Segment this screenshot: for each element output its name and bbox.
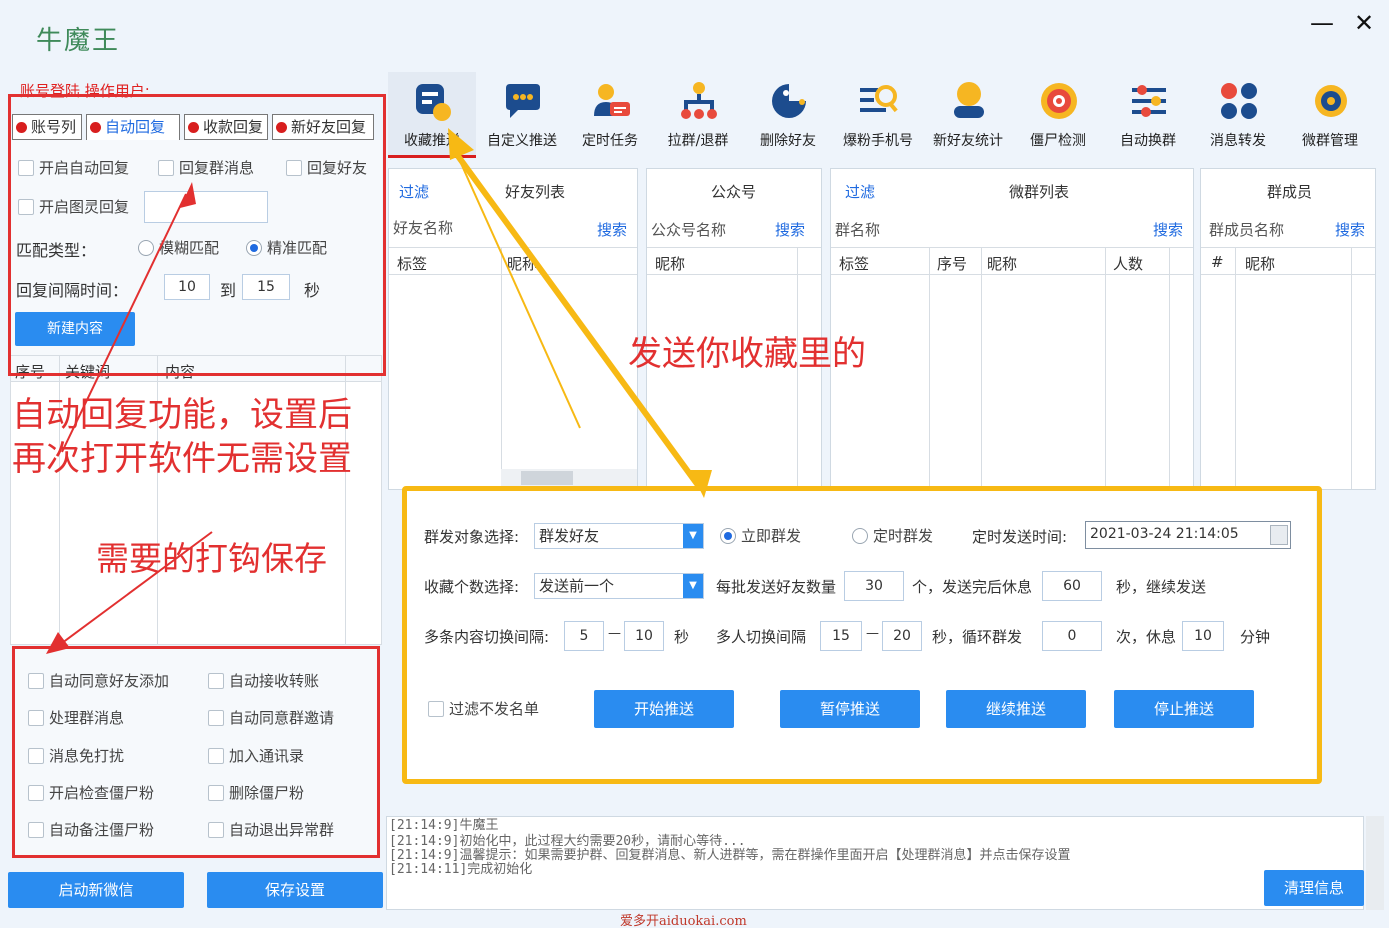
- auto-reply-note-1: 自动回复功能，设置后: [12, 395, 352, 435]
- start-new-wechat-button[interactable]: 启动新微信: [8, 872, 184, 908]
- col-nickname: 昵称: [655, 255, 686, 273]
- friend-table-header: 标签 昵称: [389, 247, 637, 275]
- group-members-panel: 群成员 群成员名称 搜索 # 昵称: [1200, 168, 1376, 490]
- custom-push-icon: [506, 84, 540, 118]
- toolbar-phone-fans[interactable]: 爆粉手机号: [834, 72, 922, 158]
- log-panel: [21:14:9]牛魔王 [21:14:9]初始化中，此过程大约需要20秒，请耐…: [386, 816, 1364, 910]
- col-tag: 标签: [839, 255, 870, 273]
- group-name-label: 群名称: [835, 221, 881, 239]
- app-title: 牛魔王: [36, 26, 121, 56]
- minimize-button[interactable]: —: [1304, 8, 1340, 38]
- group-filter-link[interactable]: 过滤: [845, 181, 875, 202]
- toolbar-scheduled-task[interactable]: 定时任务: [566, 72, 654, 158]
- group-manage-icon: [1315, 85, 1347, 117]
- group-members-title: 群成员: [1267, 183, 1313, 201]
- favorites-note: 发送你收藏里的: [628, 334, 866, 374]
- remark-zombie-fans-checkbox[interactable]: 自动备注僵尸粉: [28, 821, 198, 841]
- auto-reply-highlight-box: [8, 94, 386, 376]
- scheduled-task-icon: [594, 84, 630, 116]
- auto-accept-friend-checkbox[interactable]: 自动同意好友添加: [28, 672, 198, 692]
- auto-accept-group-invite-checkbox[interactable]: 自动同意群邀请: [208, 709, 358, 729]
- toolbar-message-forward[interactable]: 消息转发: [1194, 72, 1282, 158]
- group-table-header: 标签 序号 昵称 人数: [831, 247, 1193, 275]
- delete-friend-icon: [772, 84, 806, 118]
- toolbar-custom-push[interactable]: 自定义推送: [478, 72, 566, 158]
- group-search-link[interactable]: 搜索: [1153, 219, 1183, 240]
- col-nickname: 昵称: [1245, 255, 1276, 273]
- friend-search-link[interactable]: 搜索: [597, 219, 627, 240]
- col-nickname: 昵称: [987, 255, 1018, 273]
- toolbar: 收藏推送 自定义推送 定时任务 拉群/退群 删除好友 爆粉手机号 新好友统计 僵…: [388, 72, 1380, 160]
- scrollbar-thumb[interactable]: [521, 471, 573, 485]
- group-list-title: 微群列表: [1009, 183, 1070, 201]
- member-name-label: 群成员名称: [1209, 221, 1285, 239]
- friend-list-panel: 过滤 好友列表 好友名称 搜索 标签 昵称: [388, 168, 638, 490]
- delete-zombie-fans-checkbox[interactable]: 删除僵尸粉: [208, 784, 358, 804]
- log-line: [21:14:9]初始化中，此过程大约需要20秒，请耐心等待...: [389, 834, 746, 849]
- clear-log-button[interactable]: 清理信息: [1264, 870, 1364, 906]
- check-zombie-fans-checkbox[interactable]: 开启检查僵尸粉: [28, 784, 198, 804]
- phone-search-icon: [860, 85, 898, 113]
- log-line: [21:14:11]完成初始化: [389, 862, 533, 877]
- group-tree-icon: [681, 82, 717, 119]
- toolbar-group-join-exit[interactable]: 拉群/退群: [654, 72, 742, 158]
- check-save-note: 需要的打钩保存: [96, 539, 327, 578]
- close-button[interactable]: ✕: [1346, 8, 1382, 38]
- friend-name-label: 好友名称: [393, 219, 454, 237]
- push-settings-highlight-box: [402, 486, 1322, 784]
- toolbar-favorites-push[interactable]: 收藏推送: [388, 72, 476, 158]
- toolbar-auto-switch-group[interactable]: 自动换群: [1104, 72, 1192, 158]
- col-hash: #: [1211, 253, 1224, 271]
- zombie-detect-icon: [1041, 83, 1077, 119]
- toolbar-group-manage[interactable]: 微群管理: [1286, 72, 1374, 158]
- col-tag: 标签: [397, 255, 428, 273]
- toolbar-zombie-detect[interactable]: 僵尸检测: [1014, 72, 1102, 158]
- official-search-link[interactable]: 搜索: [775, 219, 805, 240]
- official-table-header: 昵称: [647, 247, 821, 275]
- log-line: [21:14:9]牛魔王: [389, 818, 499, 833]
- save-settings-button[interactable]: 保存设置: [207, 872, 383, 908]
- col-index: 序号: [937, 255, 968, 273]
- friend-list-title: 好友列表: [505, 183, 566, 201]
- member-table-header: # 昵称: [1201, 247, 1375, 275]
- group-list-panel: 过滤 微群列表 群名称 搜索 标签 序号 昵称 人数: [830, 168, 1194, 490]
- auto-receive-transfer-checkbox[interactable]: 自动接收转账: [208, 672, 358, 692]
- do-not-disturb-checkbox[interactable]: 消息免打扰: [28, 747, 198, 767]
- favorites-push-icon: [416, 84, 451, 121]
- official-name-label: 公众号名称: [651, 221, 727, 239]
- app-window: 牛魔王 — ✕ 账号登陆 操作用户: 账号列 自动回复 收款回复 新好友回复 开…: [0, 0, 1389, 928]
- col-nickname: 昵称: [507, 255, 538, 273]
- member-search-link[interactable]: 搜索: [1335, 219, 1365, 240]
- watermark: 爱多开aiduokai.com: [620, 914, 747, 928]
- toolbar-new-friend-stats[interactable]: 新好友统计: [924, 72, 1012, 158]
- auto-reply-note-2: 再次打开软件无需设置: [12, 439, 352, 479]
- handle-group-msg-checkbox[interactable]: 处理群消息: [28, 709, 198, 729]
- title-bar: 牛魔王 — ✕: [0, 0, 1389, 72]
- new-friend-stats-icon: [954, 82, 984, 118]
- message-forward-icon: [1221, 83, 1257, 119]
- log-scrollbar[interactable]: [1366, 816, 1384, 910]
- auto-switch-group-icon: [1132, 85, 1166, 117]
- friend-filter-link[interactable]: 过滤: [399, 181, 429, 202]
- add-to-contacts-checkbox[interactable]: 加入通讯录: [208, 747, 358, 767]
- col-count: 人数: [1113, 255, 1144, 273]
- official-account-title: 公众号: [711, 183, 757, 201]
- horizontal-scrollbar[interactable]: [501, 469, 637, 487]
- auto-exit-abnormal-group-checkbox[interactable]: 自动退出异常群: [208, 821, 358, 841]
- log-line: [21:14:9]温馨提示：如果需要护群、回复群消息、新人进群等，需在群操作里面…: [389, 848, 1071, 863]
- toolbar-delete-friend[interactable]: 删除好友: [744, 72, 832, 158]
